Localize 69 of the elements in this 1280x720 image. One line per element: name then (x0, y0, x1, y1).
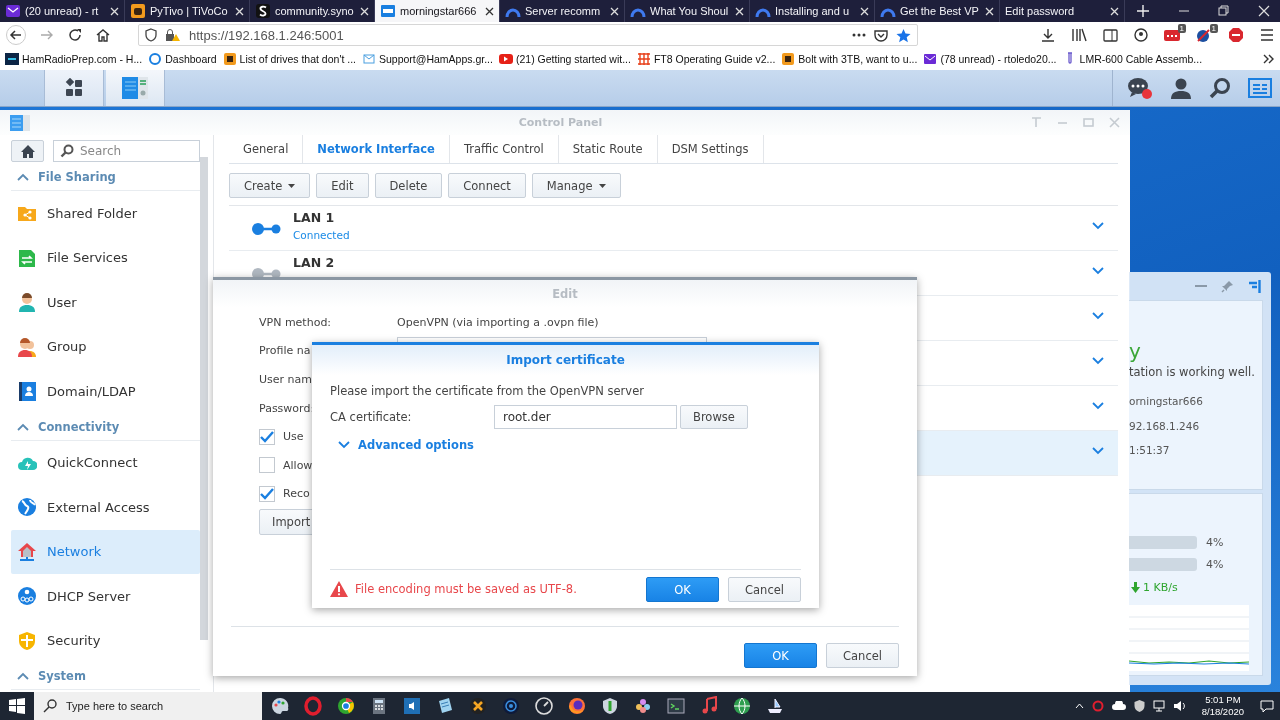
bookmark-link[interactable]: Support@HamApps.gr... (379, 53, 493, 65)
health-text: tation is working well. (1129, 365, 1256, 381)
advanced-options-toggle[interactable]: Advanced options (330, 432, 801, 458)
extension-badge: 1 (1177, 24, 1186, 33)
browser-tab[interactable]: morningstar666 (375, 0, 500, 22)
sidebar-item[interactable]: DHCP Server (11, 574, 200, 619)
instruction-text: Please import the certificate from the OpenVPN server (330, 382, 645, 400)
sidebar-item[interactable]: External Access (11, 485, 200, 530)
field-value: OpenVPN (via importing a .ovpn file) (397, 315, 599, 329)
info-text: orningstar666 (1129, 394, 1204, 410)
warning-text: File encoding must be saved as UTF-8. (355, 582, 577, 596)
interface-name: LAN 1 (293, 210, 336, 225)
interface-name: LAN 2 (293, 255, 335, 270)
dialog-title: Import certificate (506, 353, 625, 367)
tab[interactable]: DSM Settings (657, 135, 764, 163)
bookmark-link[interactable]: (78 unread) - rtoledo20... (940, 53, 1057, 65)
bookmark-link[interactable]: Bolt with 3TB, want to u... (798, 53, 918, 65)
bookmark-link[interactable]: List of drives that don't ... (239, 53, 356, 65)
certificate-field[interactable]: root.der (494, 405, 677, 429)
time-text: 5:01 PM (1205, 694, 1241, 706)
url-text: https://192.168.1.246:5001 (189, 27, 345, 43)
toolbar-button[interactable]: Delete (374, 173, 443, 198)
checkbox-label: Allow (283, 458, 313, 472)
section-header[interactable]: System (11, 663, 200, 690)
sidebar-item[interactable]: QuickConnect (11, 440, 200, 485)
clock[interactable]: 5:01 PM 8/18/2020 (1201, 694, 1244, 718)
bookmark-link[interactable]: Dashboard (165, 53, 217, 65)
sidebar-item[interactable]: Security (11, 618, 200, 663)
dropdown-button[interactable]: Manage (531, 173, 621, 198)
bookmark-link[interactable]: LMR-600 Cable Assemb... (1079, 53, 1203, 65)
tab[interactable]: Traffic Control (449, 135, 559, 163)
field-label: Password: (259, 401, 315, 415)
sidebar-item[interactable]: User (11, 280, 200, 325)
field-label: CA certificate: (330, 410, 413, 424)
tab[interactable]: Static Route (558, 135, 658, 163)
bookmark-link[interactable]: (21) Getting started wit... (515, 53, 631, 65)
checkbox-label: Use (283, 430, 304, 444)
field-label: Profile na (259, 344, 311, 358)
bookmark-link[interactable]: FT8 Operating Guide v2... (653, 53, 776, 65)
interface-status: Connected (293, 229, 350, 241)
sidebar-item[interactable]: Domain/LDAP (11, 369, 200, 414)
dropdown-button[interactable]: Create (229, 173, 311, 198)
taskbar-search-field[interactable]: Type here to search (34, 692, 262, 720)
address-bar[interactable]: https://192.168.1.246:5001 (138, 24, 918, 46)
tab[interactable]: Network Interface (303, 135, 450, 163)
search-field[interactable]: Search (53, 140, 200, 162)
browse-button[interactable]: Browse (680, 405, 748, 429)
field-label: User nam (259, 373, 312, 386)
info-text: 1:51:37 (1129, 443, 1171, 459)
toolbar-button[interactable]: Connect (448, 173, 526, 198)
extension-badge: 1 (1209, 24, 1218, 33)
checkbox-label: Reco (283, 487, 310, 501)
sidebar-item[interactable]: File Services (11, 235, 200, 280)
usage-reading: 4% (1206, 557, 1224, 571)
cancel-button[interactable]: Cancel (728, 577, 801, 602)
cancel-button[interactable]: Cancel (826, 643, 899, 668)
usage-reading: 4% (1206, 535, 1224, 549)
info-text: 92.168.1.246 (1129, 418, 1201, 434)
field-label: VPN method: (259, 315, 332, 329)
interface-row[interactable]: LAN 1 Connected (229, 206, 1118, 251)
window-title: Control Panel (518, 116, 603, 129)
sidebar-item[interactable]: Group (11, 324, 200, 369)
bookmark-link[interactable]: HamRadioPrep.com - H... (22, 53, 143, 65)
tab[interactable]: General (229, 135, 304, 163)
health-heading: y (1129, 339, 1142, 365)
sidebar-item[interactable]: Shared Folder (11, 191, 200, 236)
date-text: 8/18/2020 (1201, 706, 1244, 718)
toolbar-button[interactable]: Edit (316, 173, 369, 198)
rate-text: 1 KB/s (1143, 580, 1178, 594)
